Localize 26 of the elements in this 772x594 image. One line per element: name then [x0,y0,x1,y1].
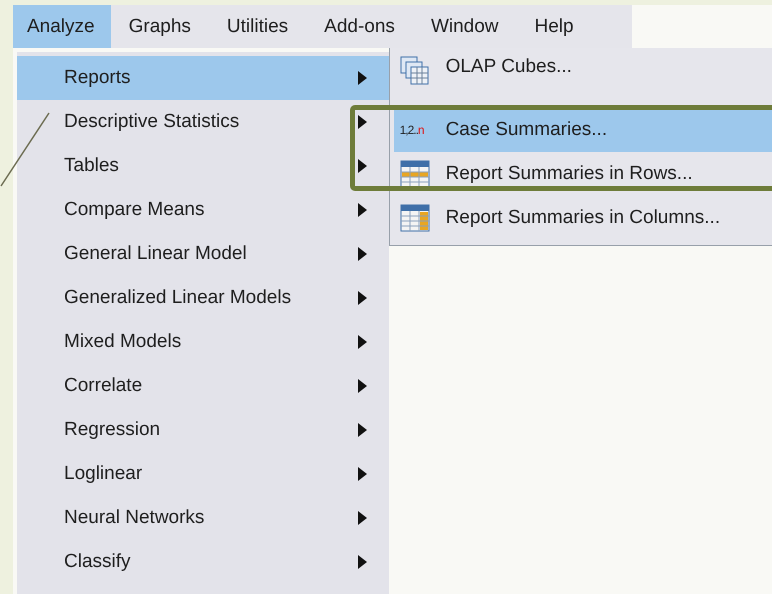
sequence-icon: 1,2..n [400,123,436,137]
menu-bar-item[interactable]: Utilities [208,5,306,48]
menu-item[interactable]: Mixed Models [17,320,389,364]
menu-item[interactable]: Classify [17,540,389,584]
menu-item[interactable]: Compare Means [17,188,389,232]
menu-bar-item[interactable]: Add-ons [306,5,413,48]
menu-item[interactable]: General Linear Model [17,232,389,276]
menu-item[interactable]: Descriptive Statistics [17,100,389,144]
submenu-item[interactable]: Report Summaries in Rows... [394,152,772,196]
menu-item[interactable]: Tables [17,144,389,188]
menu-bar-item[interactable]: Window [412,5,517,48]
menu-item[interactable]: Reports [17,56,389,100]
menu-item[interactable]: Regression [17,408,389,452]
stacked-tables-icon [400,56,430,86]
menu-bar-item[interactable]: Graphs [110,5,209,48]
submenu-item[interactable]: 1,2..n Case Summaries... [394,108,772,152]
table-icon [400,159,430,189]
submenu-item[interactable]: Report Summaries in Columns... [394,196,772,240]
menu-bar-item[interactable]: Analyze [13,5,111,48]
menu-item[interactable]: Loglinear [17,452,389,496]
menu-item[interactable]: Neural Networks [17,496,389,540]
menu-bar-item[interactable]: Help [516,5,592,48]
menu-item[interactable]: Correlate [17,364,389,408]
submenu-item[interactable]: OLAP Cubes... [394,52,772,108]
menu-item[interactable]: Generalized Linear Models [17,276,389,320]
table-icon [400,203,430,233]
